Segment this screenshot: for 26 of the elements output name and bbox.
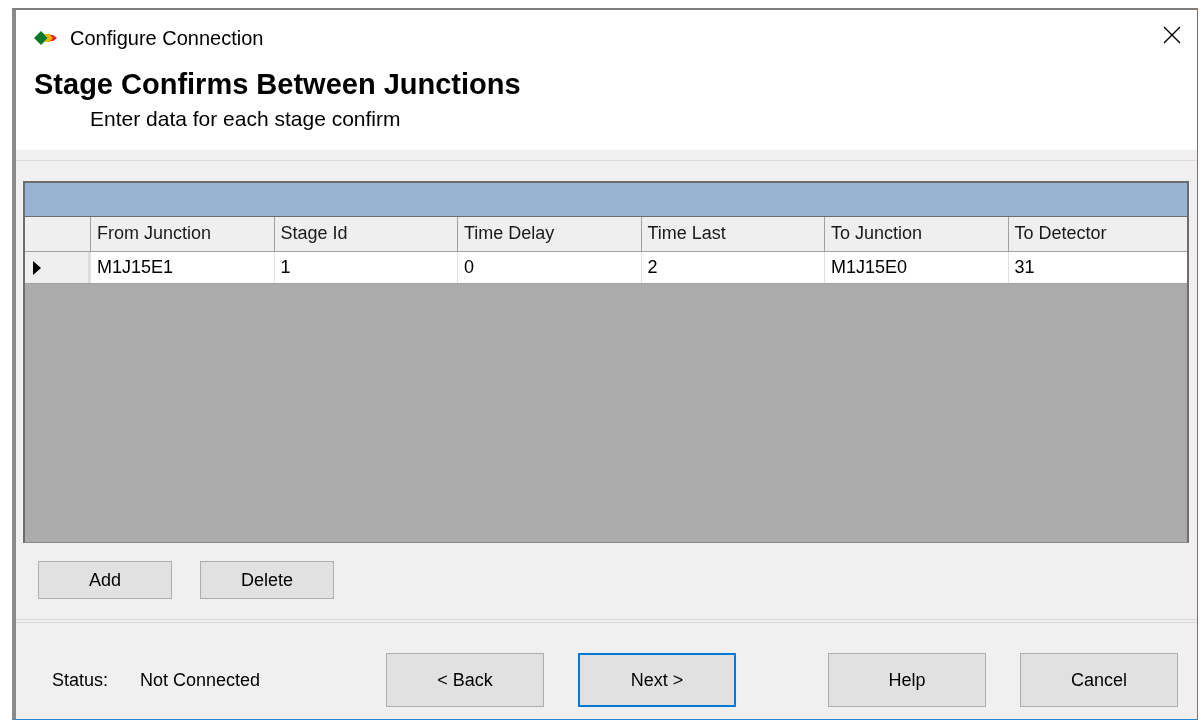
page-subtitle: Enter data for each stage confirm: [89, 107, 402, 131]
add-button[interactable]: Add: [38, 561, 172, 599]
help-button[interactable]: Help: [828, 653, 986, 707]
window-title: Configure Connection: [70, 26, 264, 50]
column-header[interactable]: To Detector: [1007, 217, 1191, 251]
table-cell[interactable]: 2: [640, 252, 824, 283]
table-cell[interactable]: 0: [457, 252, 641, 283]
page-heading: Stage Confirms Between Junctions: [34, 68, 522, 101]
cancel-button[interactable]: Cancel: [1020, 653, 1178, 707]
column-header[interactable]: Stage Id: [273, 217, 457, 251]
column-header[interactable]: To Junction: [824, 217, 1008, 251]
table-cell[interactable]: M1J15E0: [824, 252, 1008, 283]
status-label: Status:: [52, 669, 110, 691]
close-icon[interactable]: [1163, 26, 1181, 44]
status-value: Not Connected: [140, 669, 262, 691]
column-header[interactable]: Time Delay: [457, 217, 641, 251]
table-cell[interactable]: M1J15E1: [90, 252, 274, 283]
row-header[interactable]: [25, 252, 90, 283]
diamond-arrow-icon: [34, 31, 58, 45]
next-button[interactable]: Next >: [578, 653, 736, 707]
table-cell[interactable]: 31: [1007, 252, 1191, 283]
column-header[interactable]: From Junction: [90, 217, 274, 251]
table-cell[interactable]: 1: [273, 252, 457, 283]
column-header[interactable]: Time Last: [640, 217, 824, 251]
delete-button[interactable]: Delete: [200, 561, 334, 599]
back-button[interactable]: < Back: [386, 653, 544, 707]
